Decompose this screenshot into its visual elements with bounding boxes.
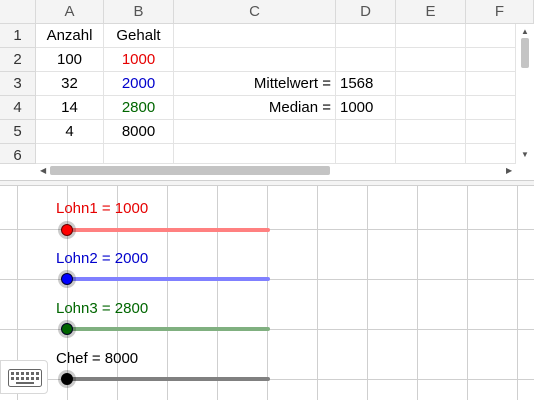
cell-b6[interactable] xyxy=(104,144,174,164)
keyboard-button[interactable] xyxy=(0,360,48,394)
cell-d4[interactable]: 1000 xyxy=(336,96,396,120)
slider-lohn2-label: Lohn2 = 2000 xyxy=(56,250,149,267)
cell-d2[interactable] xyxy=(336,48,396,72)
spreadsheet-view: A B C D E F 1 2 3 4 5 6 Anzahl Gehalt 10… xyxy=(0,0,534,180)
column-header-b[interactable]: B xyxy=(104,0,174,24)
geogebra-app: A B C D E F 1 2 3 4 5 6 Anzahl Gehalt 10… xyxy=(0,0,534,400)
row-header-3[interactable]: 3 xyxy=(0,72,36,96)
slider-lohn1-track[interactable] xyxy=(67,228,270,232)
cell-c5[interactable] xyxy=(174,120,336,144)
cell-e1[interactable] xyxy=(396,24,466,48)
cell-f2[interactable] xyxy=(466,48,516,72)
cell-e4[interactable] xyxy=(396,96,466,120)
cell-b5[interactable]: 8000 xyxy=(104,120,174,144)
cell-e2[interactable] xyxy=(396,48,466,72)
column-header-c[interactable]: C xyxy=(174,0,336,24)
keyboard-icon xyxy=(8,369,42,387)
slider-lohn3-label: Lohn3 = 2800 xyxy=(56,300,149,317)
column-header-d[interactable]: D xyxy=(336,0,396,24)
cell-e3[interactable] xyxy=(396,72,466,96)
cell-f4[interactable] xyxy=(466,96,516,120)
slider-lohn2-track[interactable] xyxy=(67,277,270,281)
cell-a6[interactable] xyxy=(36,144,104,164)
slider-chef-knob[interactable] xyxy=(61,373,73,385)
row-header-2[interactable]: 2 xyxy=(0,48,36,72)
cell-b4[interactable]: 2800 xyxy=(104,96,174,120)
cell-b3[interactable]: 2000 xyxy=(104,72,174,96)
scroll-right-icon[interactable]: ▶ xyxy=(506,167,512,175)
cell-d1[interactable] xyxy=(336,24,396,48)
column-header-e[interactable]: E xyxy=(396,0,466,24)
cell-d5[interactable] xyxy=(336,120,396,144)
cell-f6[interactable] xyxy=(466,144,516,164)
slider-lohn3-track[interactable] xyxy=(67,327,270,331)
cell-b1[interactable]: Gehalt xyxy=(104,24,174,48)
cell-f5[interactable] xyxy=(466,120,516,144)
spreadsheet-corner[interactable] xyxy=(0,0,36,24)
cell-c4[interactable]: Median = xyxy=(174,96,336,120)
horizontal-scrollbar-thumb[interactable] xyxy=(50,166,330,175)
slider-lohn1-label: Lohn1 = 1000 xyxy=(56,200,149,217)
scroll-left-icon[interactable]: ◀ xyxy=(40,167,46,175)
cell-a5[interactable]: 4 xyxy=(36,120,104,144)
cell-c3[interactable]: Mittelwert = xyxy=(174,72,336,96)
cell-f1[interactable] xyxy=(466,24,516,48)
cell-c2[interactable] xyxy=(174,48,336,72)
slider-lohn3-knob[interactable] xyxy=(61,323,73,335)
scroll-up-icon[interactable]: ▲ xyxy=(521,28,529,36)
column-header-a[interactable]: A xyxy=(36,0,104,24)
cell-d6[interactable] xyxy=(336,144,396,164)
cell-b2[interactable]: 1000 xyxy=(104,48,174,72)
cell-a2[interactable]: 100 xyxy=(36,48,104,72)
slider-chef-track[interactable] xyxy=(67,377,270,381)
scroll-down-icon[interactable]: ▼ xyxy=(521,151,529,159)
cell-c1[interactable] xyxy=(174,24,336,48)
graphics-view[interactable] xyxy=(0,186,534,400)
row-header-1[interactable]: 1 xyxy=(0,24,36,48)
cell-a1[interactable]: Anzahl xyxy=(36,24,104,48)
vertical-scrollbar-thumb[interactable] xyxy=(521,38,529,68)
cell-d3[interactable]: 1568 xyxy=(336,72,396,96)
cell-c6[interactable] xyxy=(174,144,336,164)
cell-e6[interactable] xyxy=(396,144,466,164)
slider-chef-label: Chef = 8000 xyxy=(56,350,139,367)
cell-e5[interactable] xyxy=(396,120,466,144)
row-header-5[interactable]: 5 xyxy=(0,120,36,144)
cell-f3[interactable] xyxy=(466,72,516,96)
slider-lohn1-knob[interactable] xyxy=(61,224,73,236)
cell-a3[interactable]: 32 xyxy=(36,72,104,96)
slider-lohn2-knob[interactable] xyxy=(61,273,73,285)
row-header-4[interactable]: 4 xyxy=(0,96,36,120)
cell-a4[interactable]: 14 xyxy=(36,96,104,120)
row-header-6[interactable]: 6 xyxy=(0,144,36,164)
column-header-f[interactable]: F xyxy=(466,0,534,24)
